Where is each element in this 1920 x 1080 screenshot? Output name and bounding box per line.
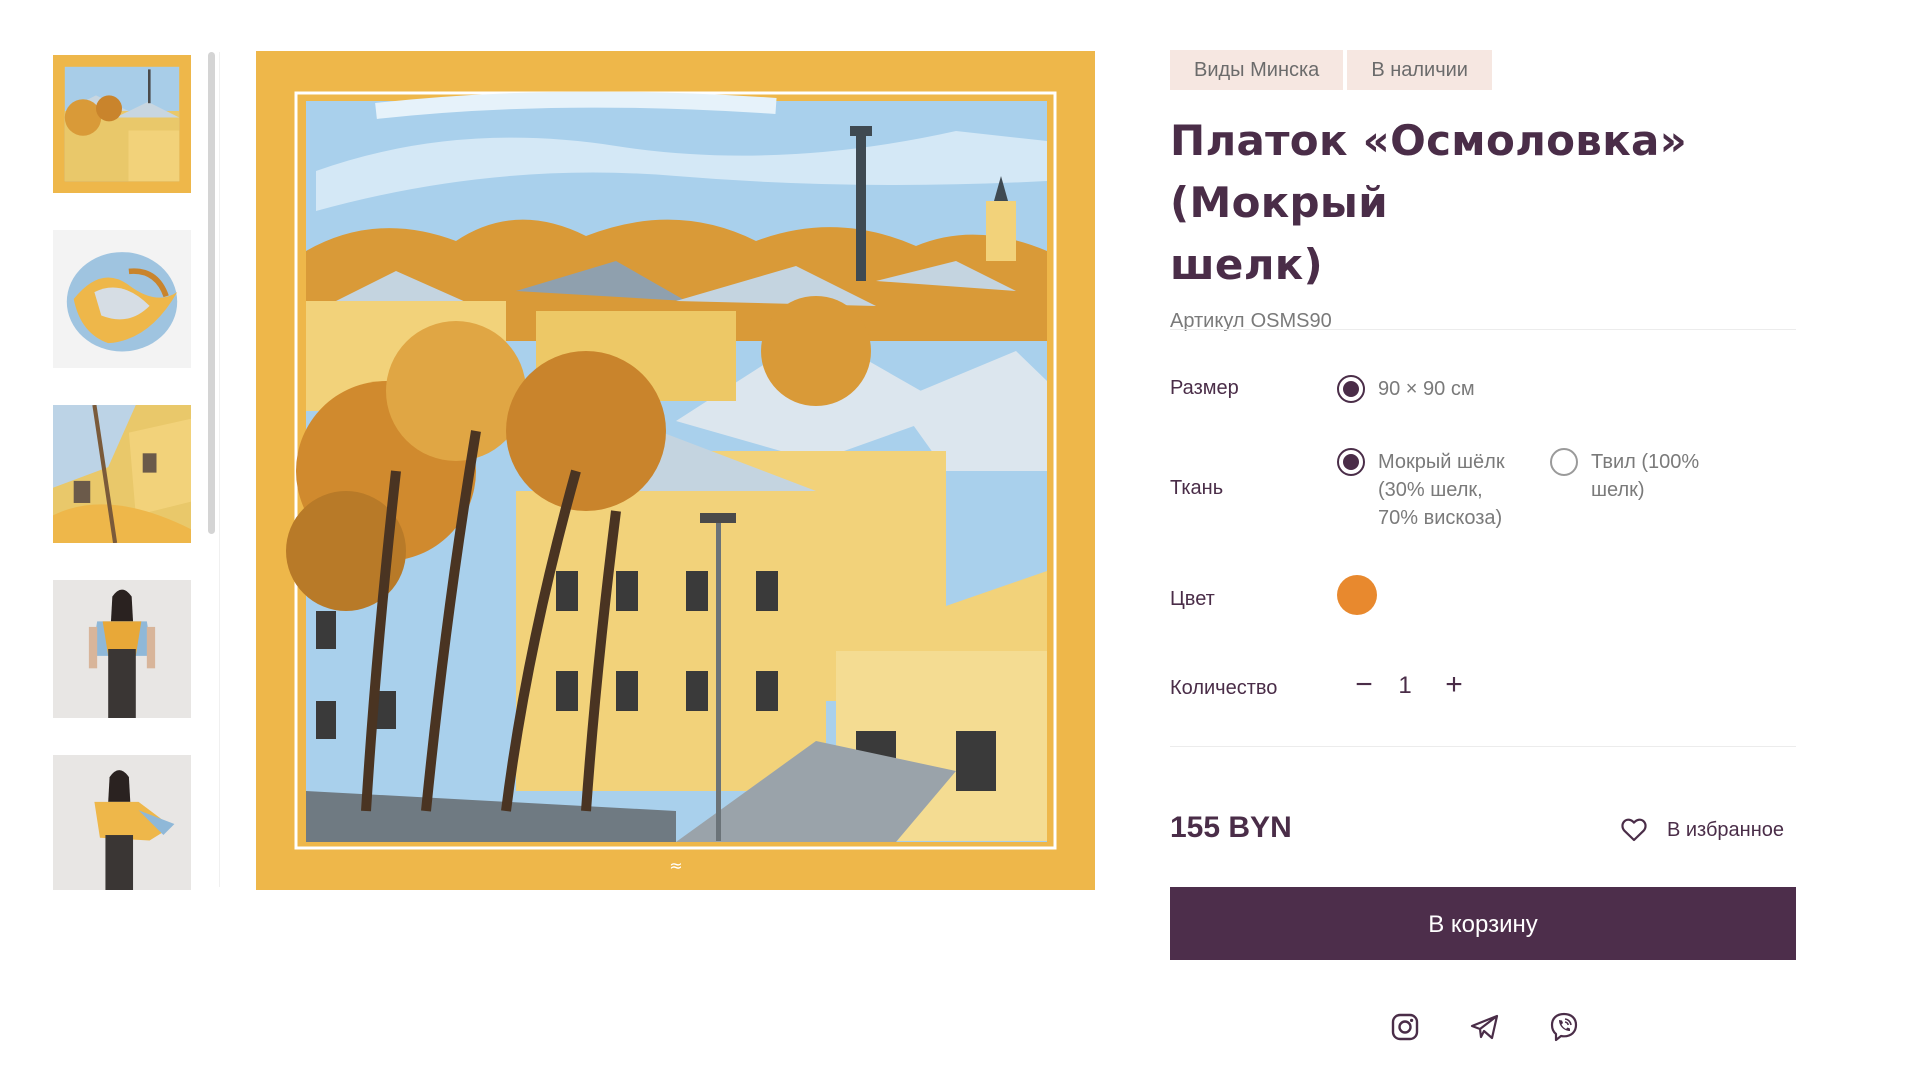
thumbnail-5[interactable]	[53, 755, 191, 890]
fabric-option-twill-label: Твил (100% шелк)	[1591, 451, 1700, 501]
add-to-favorites-button[interactable]: В избранное	[1621, 818, 1784, 842]
divider-bottom	[1170, 746, 1796, 747]
svg-text:≈: ≈	[669, 856, 682, 875]
thumbnail-3[interactable]	[53, 405, 191, 543]
color-swatch-orange[interactable]	[1337, 575, 1377, 615]
heart-icon	[1621, 818, 1647, 842]
tag-category[interactable]: Виды Минска	[1170, 50, 1344, 90]
quantity-increment-button[interactable]: +	[1440, 670, 1468, 700]
fabric-option-twill[interactable]: Твил (100% шелк)	[1550, 448, 1699, 504]
quantity-decrement-button[interactable]: −	[1350, 670, 1378, 700]
size-label: Размер	[1170, 377, 1239, 399]
add-to-cart-button[interactable]: В корзину	[1170, 887, 1796, 960]
price: 155 BYN	[1170, 811, 1292, 844]
divider-top	[1170, 329, 1796, 330]
product-title-line1: Платок «Осмоловка» (Мокрый	[1170, 116, 1688, 227]
thumbnail-scrollbar[interactable]	[203, 52, 220, 887]
quantity-value[interactable]: 1	[1394, 672, 1416, 700]
favorites-label: В избранное	[1666, 818, 1784, 841]
tag-availability[interactable]: В наличии	[1347, 50, 1492, 90]
thumbnail-list	[53, 55, 193, 890]
quantity-label: Количество	[1170, 677, 1278, 699]
product-title-line2: шелк)	[1170, 240, 1324, 289]
fabric-option-wet-silk-label: Мокрый шёлк (30% шелк, 70% вискоза)	[1378, 451, 1505, 529]
product-info: Виды Минска В наличии Платок «Осмоловка»…	[1170, 50, 1796, 1042]
fabric-radio-wet-silk[interactable]	[1337, 448, 1365, 476]
fabric-label: Ткань	[1170, 477, 1224, 499]
tag-list: Виды Минска В наличии	[1170, 50, 1796, 90]
telegram-icon[interactable]	[1469, 1011, 1501, 1043]
size-radio[interactable]	[1337, 375, 1365, 403]
thumbnail-1[interactable]	[53, 55, 191, 193]
thumbnail-scrollbar-thumb[interactable]	[208, 52, 215, 534]
size-option-label: 90 × 90 см	[1378, 378, 1475, 400]
thumbnail-4[interactable]	[53, 580, 191, 718]
color-label: Цвет	[1170, 588, 1215, 610]
size-option-90x90[interactable]: 90 × 90 см	[1337, 375, 1475, 403]
thumbnail-2[interactable]	[53, 230, 191, 368]
product-title: Платок «Осмоловка» (Мокрый шелк)	[1170, 110, 1796, 296]
fabric-radio-twill[interactable]	[1550, 448, 1578, 476]
fabric-option-wet-silk[interactable]: Мокрый шёлк (30% шелк, 70% вискоза)	[1337, 448, 1505, 532]
viber-icon[interactable]	[1548, 1011, 1580, 1043]
main-product-image[interactable]: ≈	[256, 51, 1095, 890]
instagram-icon[interactable]	[1389, 1011, 1421, 1043]
